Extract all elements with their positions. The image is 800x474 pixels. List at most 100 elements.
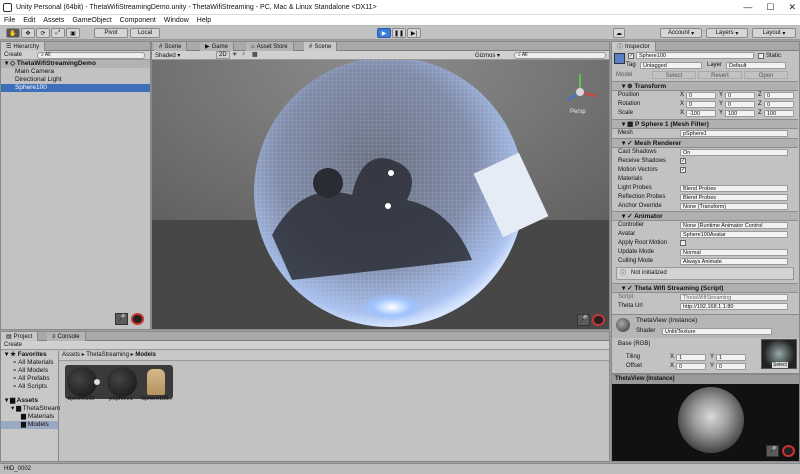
menu-window[interactable]: Window: [164, 17, 189, 24]
layout-dropdown[interactable]: Layout ▾: [752, 28, 796, 38]
static-checkbox[interactable]: [758, 53, 764, 59]
rotation-z-input[interactable]: 0: [764, 101, 794, 108]
breadcrumb-item-current[interactable]: Models: [135, 352, 156, 358]
layers-dropdown[interactable]: Layers ▾: [706, 28, 748, 38]
position-y-input[interactable]: 0: [725, 92, 755, 99]
preview-header[interactable]: ThetaView (Instance): [612, 375, 799, 384]
mesh-renderer-header[interactable]: ▾ ✓ Mesh Renderer: [612, 138, 798, 148]
hand-tool-button[interactable]: ✋: [6, 28, 20, 38]
preview-record-icon[interactable]: [782, 445, 795, 457]
hierarchy-mic-icon[interactable]: 🎤: [115, 313, 128, 325]
tiling-x-input[interactable]: 1: [676, 354, 706, 361]
light-gizmo-icon[interactable]: [388, 170, 394, 176]
play-button[interactable]: ▶: [377, 28, 391, 38]
favorite-item[interactable]: ⌕ All Materials: [1, 359, 58, 367]
menu-help[interactable]: Help: [197, 17, 211, 24]
reflection-probes-dropdown[interactable]: Blend Probes: [680, 194, 788, 201]
persp-label[interactable]: Persp: [570, 109, 586, 115]
preview-mic-icon[interactable]: 🎤: [766, 445, 779, 457]
tab-project[interactable]: ▤ Project: [1, 332, 39, 341]
hierarchy-item-directional-light[interactable]: Directional Light: [1, 76, 150, 84]
effects-toggle-icon[interactable]: ▩: [252, 51, 258, 58]
hierarchy-item-main-camera[interactable]: Main Camera: [1, 68, 150, 76]
shading-dropdown[interactable]: Shaded ▾: [155, 52, 211, 59]
asset-avatar-thumb[interactable]: [147, 369, 165, 395]
scale-tool-button[interactable]: ⤢: [51, 28, 65, 38]
close-button[interactable]: ✕: [788, 2, 796, 13]
asset-psphere1-thumb[interactable]: [107, 367, 137, 397]
move-tool-button[interactable]: ✥: [21, 28, 35, 38]
motion-vectors-checkbox[interactable]: ✓: [680, 167, 686, 173]
audio-toggle-icon[interactable]: ♪: [242, 51, 245, 57]
menu-component[interactable]: Component: [120, 17, 156, 24]
favorite-item[interactable]: ⌕ All Models: [1, 367, 58, 375]
mesh-filter-header[interactable]: ▾ ▦ P Sphere 1 (Mesh Filter): [612, 119, 798, 129]
scene-root-item[interactable]: ▾ ◇ ThetaWifiStreamingDemo: [1, 60, 150, 68]
offset-y-input[interactable]: 0: [716, 363, 746, 370]
pivot-toggle[interactable]: Pivot: [94, 28, 128, 38]
step-button[interactable]: ▶|: [407, 28, 421, 38]
scene-viewport[interactable]: Persp: [152, 60, 609, 329]
culling-mode-dropdown[interactable]: Always Animate: [680, 258, 788, 265]
account-dropdown[interactable]: Account ▾: [660, 28, 702, 38]
rotation-x-input[interactable]: 0: [686, 101, 716, 108]
record-icon[interactable]: [592, 314, 605, 326]
anchor-override-field[interactable]: None (Transform): [680, 203, 788, 210]
camera-gizmo-icon[interactable]: [385, 203, 391, 209]
minimize-button[interactable]: —: [743, 2, 752, 13]
tab-scene-2[interactable]: # Scene: [304, 42, 338, 51]
gizmos-dropdown[interactable]: Gizmos ▾: [475, 52, 500, 59]
mic-icon[interactable]: 🎤: [577, 314, 590, 326]
model-open-button[interactable]: Open: [744, 71, 788, 79]
tag-dropdown[interactable]: Untagged: [640, 62, 702, 69]
lighting-toggle-icon[interactable]: ☀: [232, 51, 237, 58]
scale-y-input[interactable]: 100: [725, 110, 755, 117]
script-field[interactable]: ThetaWifiStreaming: [680, 294, 788, 301]
tiling-y-input[interactable]: 1: [716, 354, 746, 361]
rect-tool-button[interactable]: ▣: [66, 28, 80, 38]
tree-item[interactable]: ▆ Materials: [1, 413, 58, 421]
scale-x-input[interactable]: -100: [686, 110, 716, 117]
scene-search-input[interactable]: ⌕ All: [514, 52, 606, 59]
update-mode-dropdown[interactable]: Normal: [680, 249, 788, 256]
hierarchy-create-button[interactable]: Create: [4, 52, 22, 58]
asset-sphere100-thumb[interactable]: [67, 367, 97, 397]
favorite-item[interactable]: ⌕ All Prefabs: [1, 375, 58, 383]
rotation-y-input[interactable]: 0: [725, 101, 755, 108]
material-header[interactable]: ThetaView (Instance) Shader Unlit/Textur…: [612, 314, 799, 338]
active-checkbox[interactable]: ✓: [628, 53, 634, 59]
texture-select-button[interactable]: Select: [772, 362, 788, 368]
shader-dropdown[interactable]: Unlit/Texture: [662, 328, 772, 335]
cloud-icon[interactable]: ☁: [613, 28, 625, 38]
menu-gameobject[interactable]: GameObject: [72, 17, 111, 24]
tab-console[interactable]: ≡ Console: [47, 332, 86, 341]
renderer-row-label[interactable]: Materials: [618, 175, 642, 183]
tab-scene-1[interactable]: # Scene: [154, 42, 188, 51]
mesh-field[interactable]: pSphere1: [680, 130, 788, 137]
favorites-header[interactable]: ▾ ★ Favorites: [1, 351, 58, 359]
script-header[interactable]: ▾ ✓ Theta Wifi Streaming (Script): [612, 283, 798, 293]
light-probes-dropdown[interactable]: Blend Probes: [680, 185, 788, 192]
project-create-button[interactable]: Create: [4, 342, 22, 348]
layer-dropdown[interactable]: Default: [726, 62, 786, 69]
cast-shadows-dropdown[interactable]: On: [680, 149, 788, 156]
texture-slot[interactable]: Select: [761, 339, 797, 369]
menu-assets[interactable]: Assets: [43, 17, 64, 24]
assets-header[interactable]: ▾ ▆ Assets: [1, 397, 58, 405]
tab-inspector[interactable]: ⓘ Inspector: [612, 42, 656, 51]
menu-file[interactable]: File: [4, 17, 15, 24]
hierarchy-search-input[interactable]: ⌕ All: [37, 52, 145, 59]
rotate-tool-button[interactable]: ⟳: [36, 28, 50, 38]
model-select-button[interactable]: Select: [652, 71, 696, 79]
tab-asset-store[interactable]: ⌂ Asset Store: [246, 42, 294, 51]
local-toggle[interactable]: Local: [130, 28, 160, 38]
tree-item[interactable]: ▾ ▆ ThetaStream: [1, 405, 60, 413]
animator-header[interactable]: ▾ ✓ Animator: [612, 211, 798, 221]
favorite-item[interactable]: ⌕ All Scripts: [1, 383, 58, 391]
hierarchy-record-icon[interactable]: [131, 313, 144, 325]
tab-hierarchy[interactable]: ☰ Hierarchy: [1, 42, 46, 51]
expand-arrow-icon[interactable]: [94, 379, 100, 385]
preview-sphere[interactable]: [678, 387, 744, 453]
offset-x-input[interactable]: 0: [676, 363, 706, 370]
controller-field[interactable]: None (Runtime Animator Control: [680, 222, 788, 229]
